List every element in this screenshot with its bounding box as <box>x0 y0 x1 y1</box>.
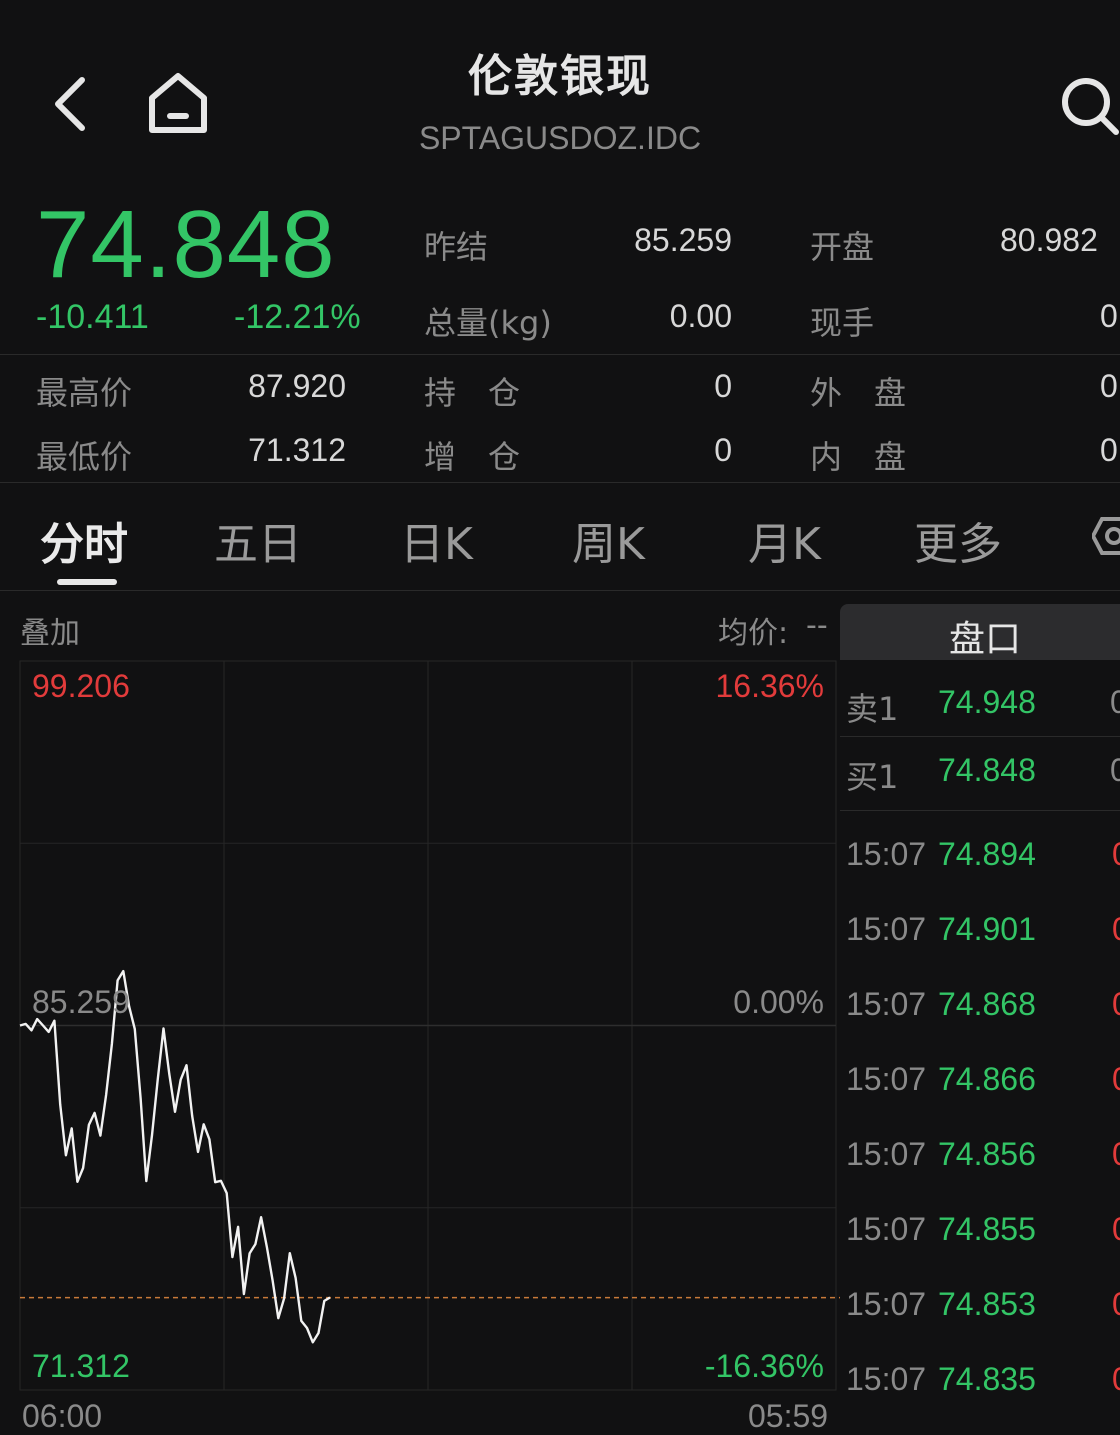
trade-volume: 0 <box>1112 836 1120 873</box>
trade-price: 74.855 <box>938 1211 1036 1247</box>
inner-volume-value: 0 <box>1100 432 1118 468</box>
trade-volume: 0 <box>1112 1061 1120 1098</box>
ask-1-label: 卖1 <box>846 690 899 728</box>
pct-mid-label: 0.00% <box>733 984 824 1020</box>
trade-time: 15:07 <box>846 836 927 872</box>
trade-price: 74.894 <box>938 836 1036 872</box>
order-book-title: 盘口 <box>948 619 1021 660</box>
ask-1-volume: 0 <box>1110 684 1120 720</box>
trade-time: 15:07 <box>846 911 927 947</box>
trade-price: 74.835 <box>938 1361 1036 1397</box>
time-start-label: 06:00 <box>22 1398 103 1434</box>
trade-price: 74.868 <box>938 986 1036 1022</box>
price-series-line <box>19 969 331 1344</box>
trade-time: 15:07 <box>846 1286 927 1322</box>
price-low-label: 71.312 <box>32 1348 130 1384</box>
intraday-price-chart[interactable] <box>0 0 840 1433</box>
price-mid-label: 85.259 <box>32 984 130 1020</box>
ask-1-price: 74.948 <box>938 684 1036 720</box>
trade-volume: 0 <box>1112 1136 1120 1173</box>
trade-row: 15:07 74.866 0 <box>840 1061 1120 1111</box>
trade-volume: 0 <box>1112 1361 1120 1398</box>
trade-row: 15:07 74.853 0 <box>840 1286 1120 1336</box>
pct-low-label: -16.36% <box>704 1348 824 1384</box>
bid-1-label: 买1 <box>846 758 899 796</box>
search-icon <box>1062 78 1119 135</box>
trade-row: 15:07 74.835 0 <box>840 1361 1120 1411</box>
trade-row: 15:07 74.856 0 <box>840 1136 1120 1186</box>
time-end-label: 05:59 <box>748 1398 829 1434</box>
trade-price: 74.866 <box>938 1061 1036 1097</box>
trade-price: 74.901 <box>938 911 1036 947</box>
trade-row: 15:07 74.855 0 <box>840 1211 1120 1261</box>
ask-bid-divider <box>840 736 1120 737</box>
trade-time: 15:07 <box>846 1061 927 1097</box>
bid-trades-divider <box>840 810 1120 811</box>
open-value: 80.982 <box>1000 222 1098 258</box>
trade-volume: 0 <box>1112 986 1120 1023</box>
pct-high-label: 16.36% <box>715 668 824 704</box>
price-high-label: 99.206 <box>32 668 130 704</box>
chart-settings-button[interactable] <box>1092 516 1120 556</box>
trade-time: 15:07 <box>846 1211 927 1247</box>
trade-price: 74.856 <box>938 1136 1036 1172</box>
trade-volume: 0 <box>1112 911 1120 948</box>
outer-volume-value: 0 <box>1100 368 1118 404</box>
bid-1-volume: 0 <box>1110 752 1120 788</box>
trade-row: 15:07 74.894 0 <box>840 836 1120 886</box>
trade-volume: 0 <box>1112 1211 1120 1248</box>
bid-1-price: 74.848 <box>938 752 1036 788</box>
trade-volume: 0 <box>1112 1286 1120 1323</box>
tab-more[interactable]: 更多 <box>914 508 1002 572</box>
settings-icon <box>1092 517 1120 555</box>
trade-row: 15:07 74.901 0 <box>840 911 1120 961</box>
current-hand-value: 0 <box>1100 298 1118 334</box>
trade-time: 15:07 <box>846 1136 927 1172</box>
trade-time: 15:07 <box>846 1361 927 1397</box>
trade-row: 15:07 74.868 0 <box>840 986 1120 1036</box>
trade-time: 15:07 <box>846 986 927 1022</box>
search-button[interactable] <box>1058 74 1120 136</box>
trade-price: 74.853 <box>938 1286 1036 1322</box>
